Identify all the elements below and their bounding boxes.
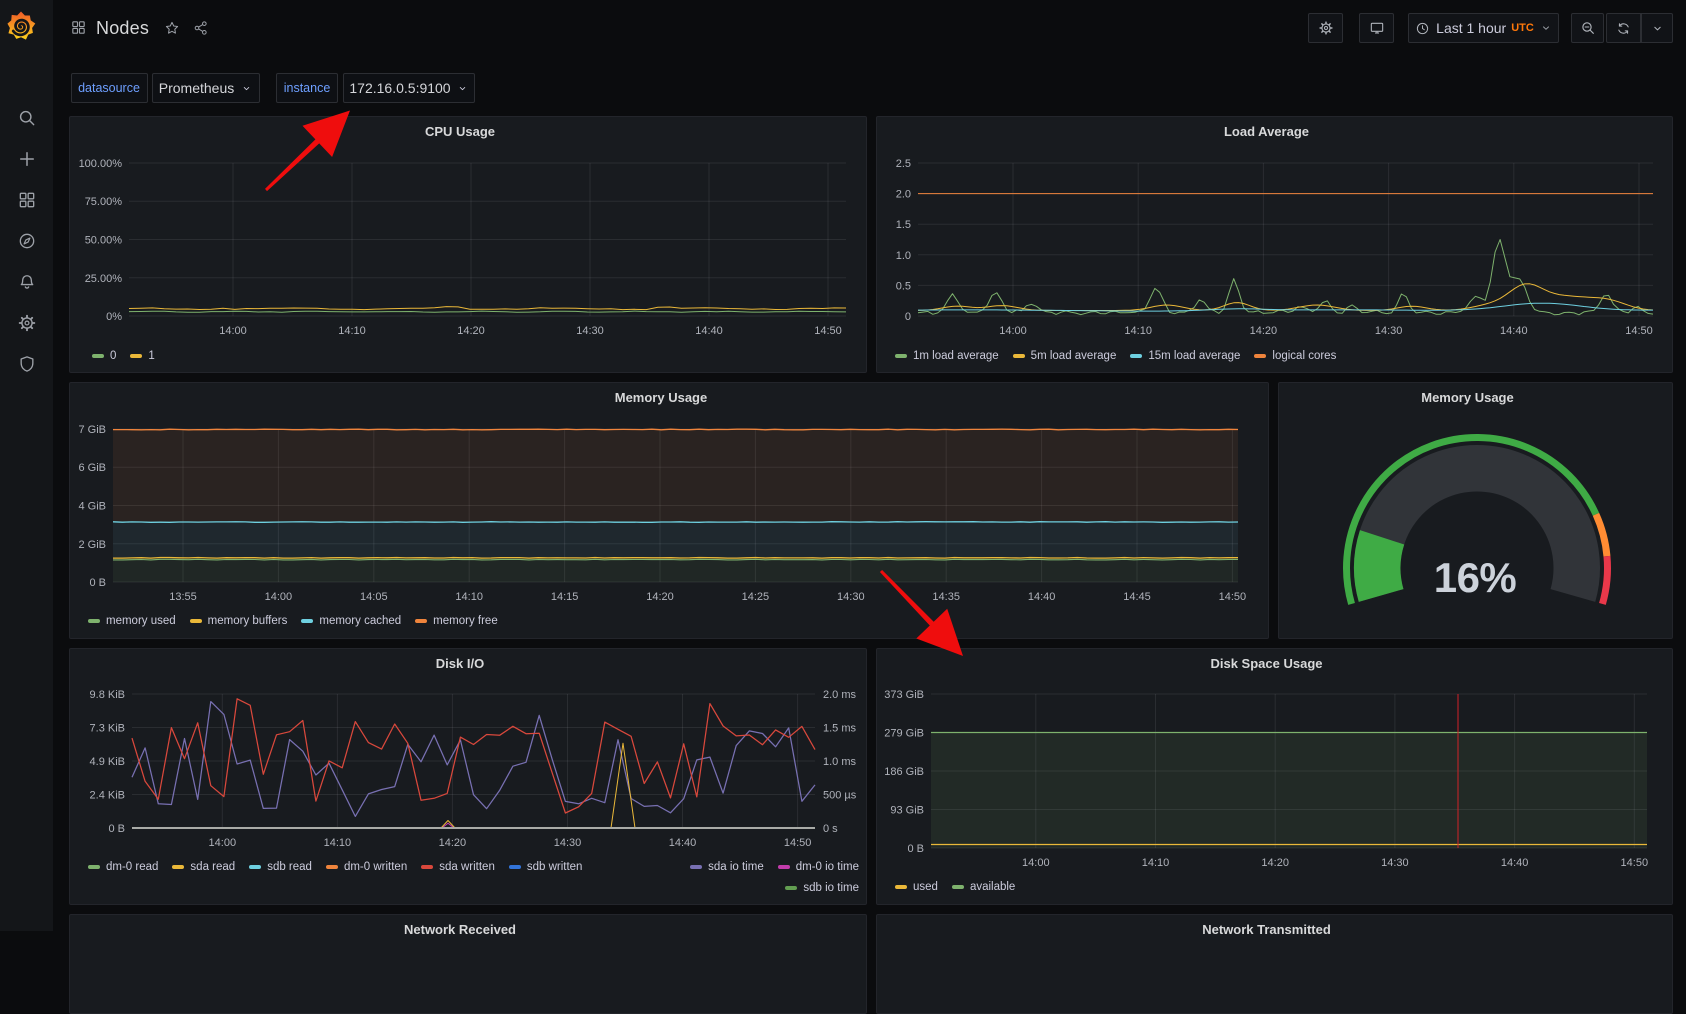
svg-text:500 µs: 500 µs — [823, 790, 857, 802]
svg-text:14:00: 14:00 — [999, 325, 1027, 337]
svg-text:14:25: 14:25 — [742, 591, 770, 603]
svg-text:14:20: 14:20 — [439, 837, 467, 849]
svg-text:7.3 KiB: 7.3 KiB — [90, 723, 125, 735]
svg-text:93 GiB: 93 GiB — [890, 805, 924, 817]
svg-text:50.00%: 50.00% — [85, 235, 123, 247]
svg-text:14:20: 14:20 — [457, 325, 485, 337]
svg-text:373 GiB: 373 GiB — [884, 689, 924, 701]
svg-text:14:00: 14:00 — [209, 837, 237, 849]
svg-text:14:05: 14:05 — [360, 591, 388, 603]
svg-text:2.5: 2.5 — [896, 158, 911, 170]
svg-text:14:15: 14:15 — [551, 591, 579, 603]
svg-text:279 GiB: 279 GiB — [884, 728, 924, 740]
svg-text:14:10: 14:10 — [455, 591, 483, 603]
svg-text:14:50: 14:50 — [1219, 591, 1247, 603]
svg-text:0.5: 0.5 — [896, 280, 911, 292]
svg-text:14:10: 14:10 — [1142, 857, 1170, 869]
svg-text:0 B: 0 B — [108, 823, 125, 835]
svg-text:2 GiB: 2 GiB — [78, 539, 106, 551]
svg-text:0 s: 0 s — [823, 823, 838, 835]
svg-text:14:10: 14:10 — [338, 325, 366, 337]
svg-text:14:30: 14:30 — [1381, 857, 1409, 869]
svg-text:2.0: 2.0 — [896, 189, 911, 201]
svg-text:4 GiB: 4 GiB — [78, 501, 106, 513]
svg-text:14:40: 14:40 — [1500, 325, 1528, 337]
svg-text:14:00: 14:00 — [1022, 857, 1050, 869]
svg-text:4.9 KiB: 4.9 KiB — [90, 756, 125, 768]
svg-text:14:50: 14:50 — [784, 837, 812, 849]
svg-text:14:30: 14:30 — [837, 591, 865, 603]
svg-text:75.00%: 75.00% — [85, 196, 123, 208]
svg-text:1.0: 1.0 — [896, 250, 911, 262]
svg-text:25.00%: 25.00% — [85, 273, 123, 285]
svg-text:0 B: 0 B — [907, 843, 924, 855]
svg-text:14:30: 14:30 — [1375, 325, 1403, 337]
svg-text:14:10: 14:10 — [1124, 325, 1152, 337]
svg-text:14:40: 14:40 — [695, 325, 723, 337]
svg-text:14:40: 14:40 — [669, 837, 697, 849]
svg-text:7 GiB: 7 GiB — [78, 424, 106, 436]
svg-text:14:50: 14:50 — [814, 325, 842, 337]
svg-text:186 GiB: 186 GiB — [884, 766, 924, 778]
svg-text:0%: 0% — [106, 311, 122, 323]
svg-text:6 GiB: 6 GiB — [78, 462, 106, 474]
svg-text:16%: 16% — [1434, 554, 1517, 601]
svg-text:13:55: 13:55 — [169, 591, 197, 603]
svg-text:14:00: 14:00 — [265, 591, 293, 603]
svg-text:14:45: 14:45 — [1123, 591, 1151, 603]
svg-text:14:30: 14:30 — [554, 837, 582, 849]
svg-text:2.0 ms: 2.0 ms — [823, 689, 857, 701]
svg-text:1.5: 1.5 — [896, 219, 911, 231]
svg-text:1.5 ms: 1.5 ms — [823, 723, 857, 735]
svg-text:100.00%: 100.00% — [79, 158, 123, 170]
svg-text:0 B: 0 B — [89, 577, 106, 589]
svg-text:14:20: 14:20 — [1250, 325, 1278, 337]
svg-text:14:40: 14:40 — [1501, 857, 1529, 869]
svg-text:14:35: 14:35 — [932, 591, 960, 603]
svg-text:1.0 ms: 1.0 ms — [823, 756, 857, 768]
svg-text:14:00: 14:00 — [219, 325, 247, 337]
svg-text:9.8 KiB: 9.8 KiB — [90, 689, 125, 701]
svg-text:14:30: 14:30 — [576, 325, 604, 337]
svg-text:14:40: 14:40 — [1028, 591, 1056, 603]
svg-text:14:10: 14:10 — [324, 837, 352, 849]
svg-text:14:20: 14:20 — [646, 591, 674, 603]
svg-text:14:50: 14:50 — [1625, 325, 1653, 337]
svg-text:14:20: 14:20 — [1261, 857, 1289, 869]
svg-text:0: 0 — [905, 311, 911, 323]
svg-text:14:50: 14:50 — [1621, 857, 1649, 869]
svg-text:2.4 KiB: 2.4 KiB — [90, 790, 125, 802]
